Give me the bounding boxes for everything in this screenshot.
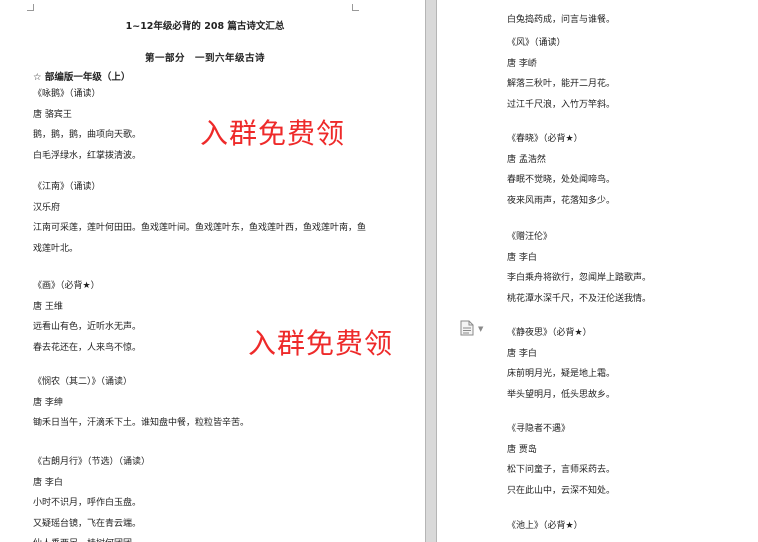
poem-author: 唐 李白 bbox=[507, 252, 537, 263]
watermark-text: 入群免费领 bbox=[200, 117, 346, 150]
poem-line: 举头望明月，低头思故乡。 bbox=[507, 389, 616, 400]
poem-block: 《风》（诵读） 唐 李峤 解落三秋叶，能开二月花。 过江千尺浪，入竹万竿斜。 bbox=[507, 33, 747, 115]
caret-down-icon[interactable]: ▼ bbox=[478, 325, 483, 333]
poem-title: 《池上》（必背★） bbox=[507, 521, 583, 531]
poem-line: 解落三秋叶，能开二月花。 bbox=[507, 79, 616, 89]
poem-author: 唐 李峤 bbox=[507, 58, 537, 69]
poem-title: 《春晓》（必背★） bbox=[507, 134, 583, 144]
document-icon[interactable] bbox=[460, 320, 474, 336]
part-heading: 第一部分 一到六年级古诗 bbox=[144, 53, 265, 64]
page-gutter bbox=[425, 0, 437, 542]
poem-author: 唐 李绅 bbox=[33, 397, 63, 408]
poem-line: 春眠不觉晓，处处闻啼鸟。 bbox=[507, 175, 616, 185]
poem-block: 《静夜思》（必背★） 唐 李白 床前明月光，疑是地上霜。 举头望明月，低头思故乡… bbox=[507, 323, 747, 405]
poem-author: 唐 李白 bbox=[33, 477, 63, 488]
poem-line: 仙人垂两足，桂树何团团。 bbox=[33, 534, 383, 542]
poem-line: 李白乘舟将欲行，忽闻岸上踏歌声。 bbox=[507, 273, 652, 283]
poem-author: 汉乐府 bbox=[33, 202, 61, 213]
watermark-text: 入群免费领 bbox=[248, 327, 394, 360]
poem-author: 唐 王维 bbox=[33, 301, 63, 312]
poem-line: 床前明月光，疑是地上霜。 bbox=[507, 369, 616, 379]
poem-block: 《悯农（其二）》（诵读） 唐 李绅 锄禾日当午，汗滴禾下土。谁知盘中餐，粒粒皆辛… bbox=[33, 372, 383, 434]
poem-title: 《古朗月行》（节选）（诵读） bbox=[33, 457, 151, 467]
poem-line: 白兔捣药成，问言与谁餐。 bbox=[507, 15, 616, 25]
poem-block: 《春晓》（必背★） 唐 孟浩然 春眠不觉晓，处处闻啼鸟。 夜来风雨声，花落知多少… bbox=[507, 129, 747, 211]
poem-block: 《池上》（必背★） bbox=[507, 516, 747, 537]
poem-line: 过江千尺浪，入竹万竿斜。 bbox=[507, 99, 616, 110]
poem-line: 桃花潭水深千尺，不及汪伦送我情。 bbox=[507, 293, 652, 304]
page-corner-mark bbox=[352, 4, 359, 11]
poem-block: 《古朗月行》（节选）（诵读） 唐 李白 小时不识月，呼作白玉盘。 又疑瑶台镜，飞… bbox=[33, 452, 383, 542]
document-title: 1~12年级必背的 208 篇古诗文汇总 bbox=[125, 21, 285, 32]
poem-block: 《寻隐者不遇》 唐 贾岛 松下问童子，言师采药去。 只在此山中，云深不知处。 bbox=[507, 419, 747, 501]
grade-heading: ☆ 部编版一年级（上） bbox=[33, 72, 131, 83]
page-corner-mark bbox=[27, 4, 34, 11]
poem-line: 夜来风雨声，花落知多少。 bbox=[507, 195, 616, 206]
poem-line: 锄禾日当午，汗滴禾下土。谁知盘中餐，粒粒皆辛苦。 bbox=[33, 418, 250, 428]
poem-title: 《咏鹅》（诵读） bbox=[33, 89, 101, 99]
poem-block: 白兔捣药成，问言与谁餐。 bbox=[507, 10, 747, 31]
poem-author: 唐 李白 bbox=[507, 348, 537, 359]
poem-title: 《寻隐者不遇》 bbox=[507, 424, 571, 434]
poem-line: 只在此山中，云深不知处。 bbox=[507, 485, 616, 496]
poem-line: 松下问童子，言师采药去。 bbox=[507, 465, 616, 475]
poem-author: 唐 贾岛 bbox=[507, 444, 537, 455]
poem-line: 江南可采莲，莲叶何田田。鱼戏莲叶间。鱼戏莲叶东，鱼戏莲叶西，鱼戏莲叶南，鱼戏莲叶… bbox=[33, 223, 367, 254]
poem-block: 《赠汪伦》 唐 李白 李白乘舟将欲行，忽闻岸上踏歌声。 桃花潭水深千尺，不及汪伦… bbox=[507, 227, 747, 309]
poem-title: 《风》（诵读） bbox=[507, 38, 566, 48]
poem-title: 《赠汪伦》 bbox=[507, 232, 553, 242]
document-page-right: 白兔捣药成，问言与谁餐。 《风》（诵读） 唐 李峤 解落三秋叶，能开二月花。 过… bbox=[437, 0, 758, 542]
poem-author: 唐 孟浩然 bbox=[507, 154, 546, 165]
poem-block: 《江南》（诵读） 汉乐府 江南可采莲，莲叶何田田。鱼戏莲叶间。鱼戏莲叶东，鱼戏莲… bbox=[33, 177, 383, 259]
poem-line: 小时不识月，呼作白玉盘。 bbox=[33, 498, 142, 508]
poem-title: 《悯农（其二）》（诵读） bbox=[33, 377, 133, 387]
poem-title: 《画》（必背★） bbox=[33, 281, 100, 291]
document-page-left: 1~12年级必背的 208 篇古诗文汇总 第一部分 一到六年级古诗 ☆ 部编版一… bbox=[0, 0, 425, 542]
poem-title: 《静夜思》（必背★） bbox=[507, 328, 592, 338]
poem-title: 《江南》（诵读） bbox=[33, 182, 101, 192]
poem-line: 又疑瑶台镜，飞在青云端。 bbox=[33, 518, 142, 529]
